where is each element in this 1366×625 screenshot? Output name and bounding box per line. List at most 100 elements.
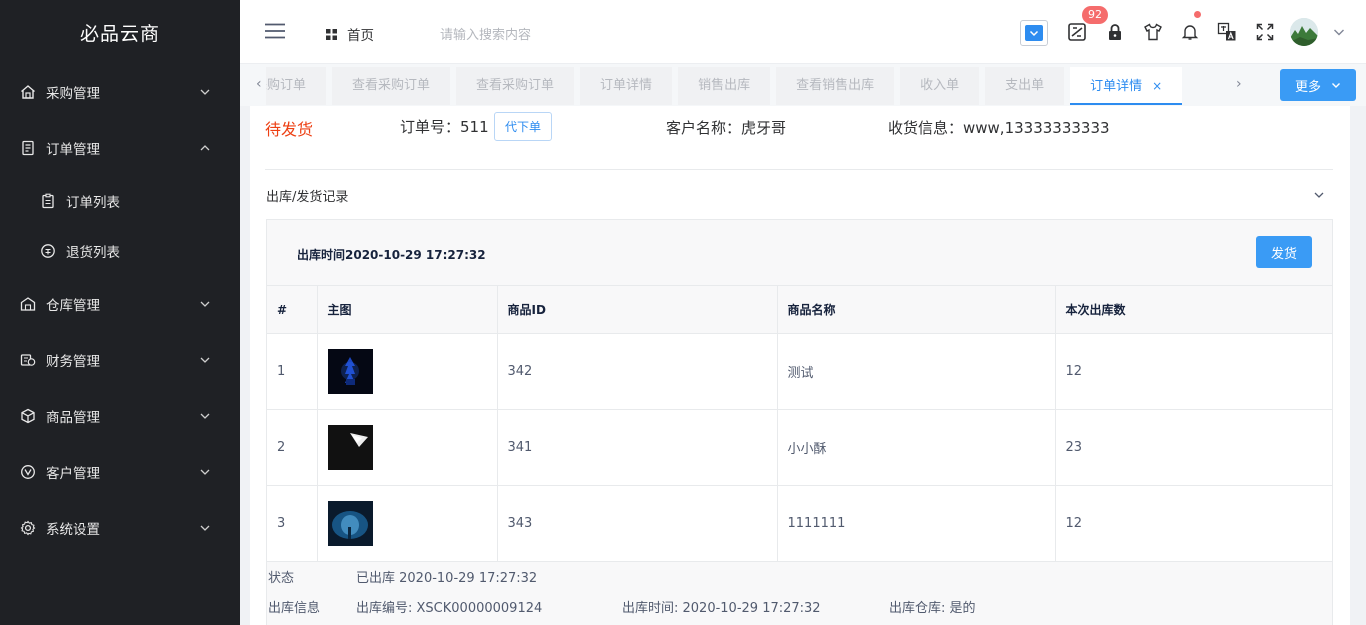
panel-title[interactable]: 出库/发货记录 — [266, 186, 348, 205]
search-input[interactable]: 请输入搜索内容 — [440, 24, 531, 43]
product-name: 1111111 — [777, 485, 1056, 562]
table-row: 3 343 1111111 12 — [267, 485, 1332, 562]
tab-expense[interactable]: 支出单 — [985, 67, 1065, 105]
tab-view-purchase-order-2[interactable]: 查看采购订单 — [456, 67, 575, 105]
outbound-info-label: 出库信息 — [268, 600, 321, 616]
tab-order-detail[interactable]: 订单详情 — [580, 67, 673, 105]
avatar[interactable] — [1290, 18, 1318, 46]
bell-icon[interactable] — [1179, 21, 1201, 43]
sidebar-item-order-list[interactable]: 订单列表 — [0, 176, 240, 226]
customer-icon — [20, 464, 36, 480]
notification-dot — [1194, 11, 1201, 18]
product-image[interactable] — [327, 501, 373, 546]
product-thumbnail[interactable] — [317, 485, 498, 562]
translate-icon[interactable] — [1216, 21, 1238, 43]
sidebar-item-label: 系统设置 — [46, 522, 100, 538]
chevron-down-icon[interactable] — [1314, 190, 1324, 200]
gear-icon — [20, 520, 36, 536]
product-name: 小小酥 — [777, 409, 1056, 486]
tab-purchase-order[interactable]: 采购订单 — [266, 67, 327, 105]
tab-view-sales-outbound[interactable]: 查看销售出库 — [776, 67, 895, 105]
sidebar-item-warehouse[interactable]: 仓库管理 — [0, 276, 240, 332]
clipboard-icon — [40, 193, 56, 209]
more-label: 更多 — [1294, 79, 1321, 95]
menu-toggle-icon[interactable] — [265, 23, 285, 39]
select-icon[interactable] — [1020, 20, 1048, 46]
outbound-qty: 12 — [1055, 485, 1332, 562]
product-thumbnail[interactable] — [317, 409, 498, 486]
warehouse-icon — [20, 296, 36, 312]
outbound-time: 出库时间: 2020-10-29 17:27:32 — [622, 600, 821, 616]
close-icon[interactable]: × — [1152, 79, 1162, 93]
sidebar-item-orders[interactable]: 订单管理 — [0, 120, 240, 176]
product-name: 测试 — [777, 333, 1056, 410]
status-row: 状态 已出库 2020-10-29 17:27:32 — [267, 562, 1332, 590]
sidebar-item-products[interactable]: 商品管理 — [0, 388, 240, 444]
order-detail-content: 待发货 订单号：511 代下单 客户名称：虎牙哥 收货信息：www,133333… — [250, 106, 1350, 625]
row-index: 2 — [267, 409, 318, 486]
tabs-viewport: 采购订单 查看采购订单 查看采购订单 订单详情 销售出库 查看销售出库 收入单 … — [266, 67, 1246, 105]
chevron-down-icon — [200, 89, 210, 95]
chevron-down-icon[interactable] — [1328, 21, 1350, 43]
sidebar-item-purchase[interactable]: 采购管理 — [0, 64, 240, 120]
sidebar-item-settings[interactable]: 系统设置 — [0, 500, 240, 556]
chevron-down-icon — [200, 301, 210, 307]
ship-button[interactable]: 发货 — [1256, 236, 1312, 268]
chevron-down-icon — [200, 525, 210, 531]
status-value: 已出库 2020-10-29 17:27:32 — [356, 570, 538, 586]
sidebar-item-label: 仓库管理 — [46, 298, 100, 314]
more-button[interactable]: 更多 — [1280, 69, 1356, 101]
outbound-number: 出库编号: XSCK00000009124 — [356, 600, 543, 616]
chevron-down-icon — [200, 413, 210, 419]
sidebar-item-label: 订单列表 — [66, 195, 120, 211]
table-header-row: # 主图 商品ID 商品名称 本次出库数 — [267, 285, 1332, 334]
col-qty: 本次出库数 — [1055, 285, 1332, 334]
return-icon — [40, 243, 56, 259]
fullscreen-icon[interactable] — [1254, 21, 1276, 43]
tab-scroll-right-icon[interactable]: › — [1236, 76, 1248, 92]
sidebar-item-label: 商品管理 — [46, 410, 100, 426]
record-header: 出库时间2020-10-29 17:27:32 发货 — [267, 220, 1332, 285]
tab-view-purchase-order[interactable]: 查看采购订单 — [332, 67, 451, 105]
record-time: 出库时间2020-10-29 17:27:32 — [297, 248, 486, 262]
product-id: 343 — [497, 485, 778, 562]
chevron-down-icon — [1332, 83, 1340, 88]
home-link[interactable]: 首页 — [326, 24, 374, 44]
tab-label: 订单详情 — [1090, 79, 1143, 94]
outbound-record: 出库时间2020-10-29 17:27:32 发货 # 主图 商品ID 商品名… — [266, 219, 1333, 625]
outbound-qty: 12 — [1055, 333, 1332, 410]
outbound-warehouse: 出库仓库: 是的 — [889, 600, 976, 616]
home-label: 首页 — [347, 28, 374, 44]
sidebar-item-finance[interactable]: 财务管理 — [0, 332, 240, 388]
tab-sales-outbound[interactable]: 销售出库 — [678, 67, 771, 105]
col-product-id: 商品ID — [497, 285, 778, 334]
col-image: 主图 — [317, 285, 498, 334]
proxy-order-button[interactable]: 代下单 — [494, 112, 552, 141]
sidebar-item-return-list[interactable]: 退货列表 — [0, 226, 240, 276]
row-index: 3 — [267, 485, 318, 562]
grid-icon — [326, 28, 337, 40]
document-icon — [20, 140, 36, 156]
product-id: 341 — [497, 409, 778, 486]
goods-table: # 主图 商品ID 商品名称 本次出库数 1 342 测试 12 2 341 小… — [267, 285, 1332, 562]
app-logo: 必品云商 — [79, 22, 160, 45]
tab-order-detail-active[interactable]: 订单详情 × — [1070, 67, 1183, 105]
sidebar-item-label: 客户管理 — [46, 466, 100, 482]
package-icon — [20, 408, 36, 424]
product-image[interactable] — [327, 349, 373, 394]
sidebar-item-label: 采购管理 — [46, 86, 100, 102]
order-status: 待发货 — [265, 120, 314, 139]
sidebar-item-customers[interactable]: 客户管理 — [0, 444, 240, 500]
status-label: 状态 — [268, 570, 295, 586]
finance-icon — [20, 352, 36, 368]
tab-income[interactable]: 收入单 — [900, 67, 980, 105]
col-index: # — [267, 285, 318, 334]
chevron-up-icon — [200, 145, 210, 151]
chevron-down-icon — [200, 357, 210, 363]
ticket-icon[interactable] — [1066, 21, 1088, 43]
col-product-name: 商品名称 — [777, 285, 1056, 334]
shirt-icon[interactable] — [1142, 21, 1164, 43]
lock-icon[interactable] — [1104, 21, 1126, 43]
product-thumbnail[interactable] — [317, 333, 498, 410]
product-image[interactable] — [327, 425, 373, 470]
